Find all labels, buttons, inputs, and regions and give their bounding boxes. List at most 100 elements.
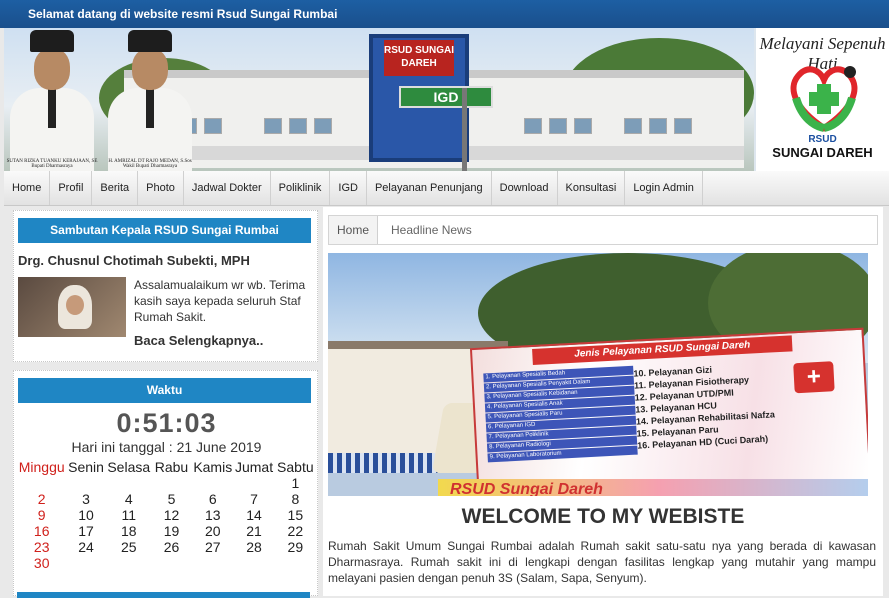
nav-home[interactable]: Home: [4, 171, 51, 205]
nav-jadwal-dokter[interactable]: Jadwal Dokter: [184, 171, 271, 205]
calendar-day: 27: [204, 539, 221, 555]
day-selasa: Selasa: [107, 459, 151, 475]
nav-login-admin[interactable]: Login Admin: [625, 171, 703, 205]
photo-bottom-text: RSUD Sungai Dareh: [438, 479, 868, 496]
calendar-day: 4: [124, 491, 133, 507]
calendar-day: [275, 555, 316, 571]
welcome-title: WELCOME TO MY WEBISTE: [461, 505, 745, 528]
calendar-day: 2: [37, 491, 46, 507]
welcome-text: Selamat datang di website resmi Rsud Sun…: [28, 7, 338, 21]
calendar-day: [65, 475, 106, 491]
first-aid-icon: +: [793, 361, 835, 394]
calendar-day: 14: [246, 507, 262, 523]
nav-berita[interactable]: Berita: [92, 171, 139, 205]
day-rabu: Rabu: [154, 459, 189, 475]
nav-konsultasi[interactable]: Konsultasi: [558, 171, 626, 205]
calendar-day: 26: [163, 539, 180, 555]
calendar-day: [65, 555, 106, 571]
sidebar: Sambutan Kepala RSUD Sungai Rumbai Drg. …: [13, 210, 318, 598]
day-jumat: Jumat: [234, 459, 274, 475]
sambutan-panel: Sambutan Kepala RSUD Sungai Rumbai Drg. …: [13, 210, 318, 362]
calendar-day: 23: [33, 539, 50, 555]
calendar-day: 12: [163, 507, 180, 523]
calendar-week: 2 3 4 5 6 7 8: [18, 491, 316, 507]
vice-regent-portrait: H. AMRIZAL DT RAJO MEDAN, S.Sos Wakil Bu…: [104, 28, 196, 171]
day-senin: Senin: [68, 459, 104, 475]
calendar-day: [107, 555, 151, 571]
calendar-day: 10: [78, 507, 94, 523]
calendar-day: 11: [121, 507, 137, 523]
calendar-day: [233, 555, 274, 571]
calendar-day: [107, 475, 151, 491]
calendar: Minggu Senin Selasa Rabu Kamis Jumat Sab…: [18, 459, 316, 571]
igd-sign: IGD: [399, 86, 493, 108]
vice-regent-caption: H. AMRIZAL DT RAJO MEDAN, S.Sos Wakil Bu…: [108, 159, 192, 169]
read-more-link[interactable]: Baca Selengkapnya..: [134, 333, 263, 348]
calendar-day: 24: [78, 539, 94, 555]
calendar-day: 18: [120, 523, 137, 539]
calendar-day: 8: [291, 491, 300, 507]
main-content: Home Headline News Jenis Pelayanan RSUD …: [323, 207, 883, 596]
logo-rsud: RSUD: [808, 134, 837, 145]
calendar-day: 13: [204, 507, 221, 523]
logo-name: SUNGAI DAREH: [772, 145, 873, 160]
services-banner: Jenis Pelayanan RSUD Sungai Dareh 1. Pel…: [469, 327, 868, 496]
date-line: Hari ini tanggal : 21 June 2019: [71, 439, 262, 455]
sambutan-heading: Sambutan Kepala RSUD Sungai Rumbai: [18, 218, 311, 243]
nav-pelayanan-penunjang[interactable]: Pelayanan Penunjang: [367, 171, 492, 205]
calendar-day: 20: [204, 523, 221, 539]
nav-poliklinik[interactable]: Poliklinik: [271, 171, 331, 205]
calendar-week: 9 10 11 12 13 14 15: [18, 507, 316, 523]
calendar-day: 19: [163, 523, 180, 539]
calendar-week: 30: [18, 555, 316, 571]
calendar-day: 22: [287, 523, 304, 539]
calendar-day: 7: [250, 491, 258, 507]
regent-portrait: SUTAN RIZKA TUANKU KERAJAAN, SE Bupati D…: [6, 28, 98, 171]
services-left-list: 1. Pelayanan Spesialis Bedah 2. Pelayana…: [483, 365, 638, 464]
heart-cross-icon: [790, 66, 858, 132]
calendar-day: 30: [33, 555, 50, 571]
nav-igd[interactable]: IGD: [330, 171, 367, 205]
day-kamis: Kamis: [193, 459, 233, 475]
director-photo: [18, 277, 126, 337]
calendar-day: [233, 475, 274, 491]
calendar-day: 3: [82, 491, 90, 507]
calendar-day: [151, 555, 192, 571]
breadcrumb-home[interactable]: Home: [329, 216, 379, 244]
calendar-week: 23 24 25 26 27 28 29: [18, 539, 316, 555]
day-sabtu: Sabtu: [277, 459, 314, 475]
header-banner: RSUD SUNGAI DAREH IGD SUTAN RIZKA TUANKU…: [4, 28, 889, 171]
calendar-day: 28: [246, 539, 262, 555]
calendar-day: 16: [33, 523, 50, 539]
calendar-week: 1: [18, 475, 316, 491]
director-name: Drg. Chusnul Chotimah Subekti, MPH: [18, 253, 250, 268]
calendar-day: 29: [287, 539, 304, 555]
waktu-heading: Waktu: [18, 378, 311, 403]
services-right-list: 10. Pelayanan Gizi 11. Pelayanan Fisioth…: [633, 359, 797, 451]
breadcrumb: Home Headline News: [328, 215, 878, 245]
nav-download[interactable]: Download: [492, 171, 558, 205]
calendar-header: Minggu Senin Selasa Rabu Kamis Jumat Sab…: [18, 459, 316, 475]
headline-photo: Jenis Pelayanan RSUD Sungai Dareh 1. Pel…: [328, 253, 868, 496]
main-nav: Home Profil Berita Photo Jadwal Dokter P…: [4, 171, 889, 206]
calendar-day: 5: [167, 491, 176, 507]
calendar-day: [151, 475, 192, 491]
calendar-day: 6: [208, 491, 217, 507]
rsud-logo: Melayani Sepenuh Hati RSUD SUNGAI DAREH: [756, 28, 889, 171]
calendar-day: 15: [287, 507, 304, 523]
day-minggu: Minggu: [18, 459, 65, 475]
calendar-day: 9: [37, 507, 46, 523]
tower-sign: RSUD SUNGAI DAREH: [384, 40, 454, 76]
welcome-body: Rumah Sakit Umum Sungai Rumbai adalah Ru…: [328, 539, 876, 585]
calendar-day: 17: [78, 523, 94, 539]
next-panel-head: [17, 592, 310, 598]
waktu-panel: Waktu 0:51:03 Hari ini tanggal : 21 June…: [13, 370, 318, 596]
breadcrumb-current: Headline News: [391, 223, 472, 237]
regent-caption: SUTAN RIZKA TUANKU KERAJAAN, SE Bupati D…: [6, 159, 98, 169]
calendar-day: [192, 555, 233, 571]
calendar-day: [18, 475, 65, 491]
digital-clock: 0:51:03: [116, 408, 217, 438]
calendar-week: 16 17 18 19 20 21 22: [18, 523, 316, 539]
nav-photo[interactable]: Photo: [138, 171, 184, 205]
nav-profil[interactable]: Profil: [50, 171, 93, 205]
